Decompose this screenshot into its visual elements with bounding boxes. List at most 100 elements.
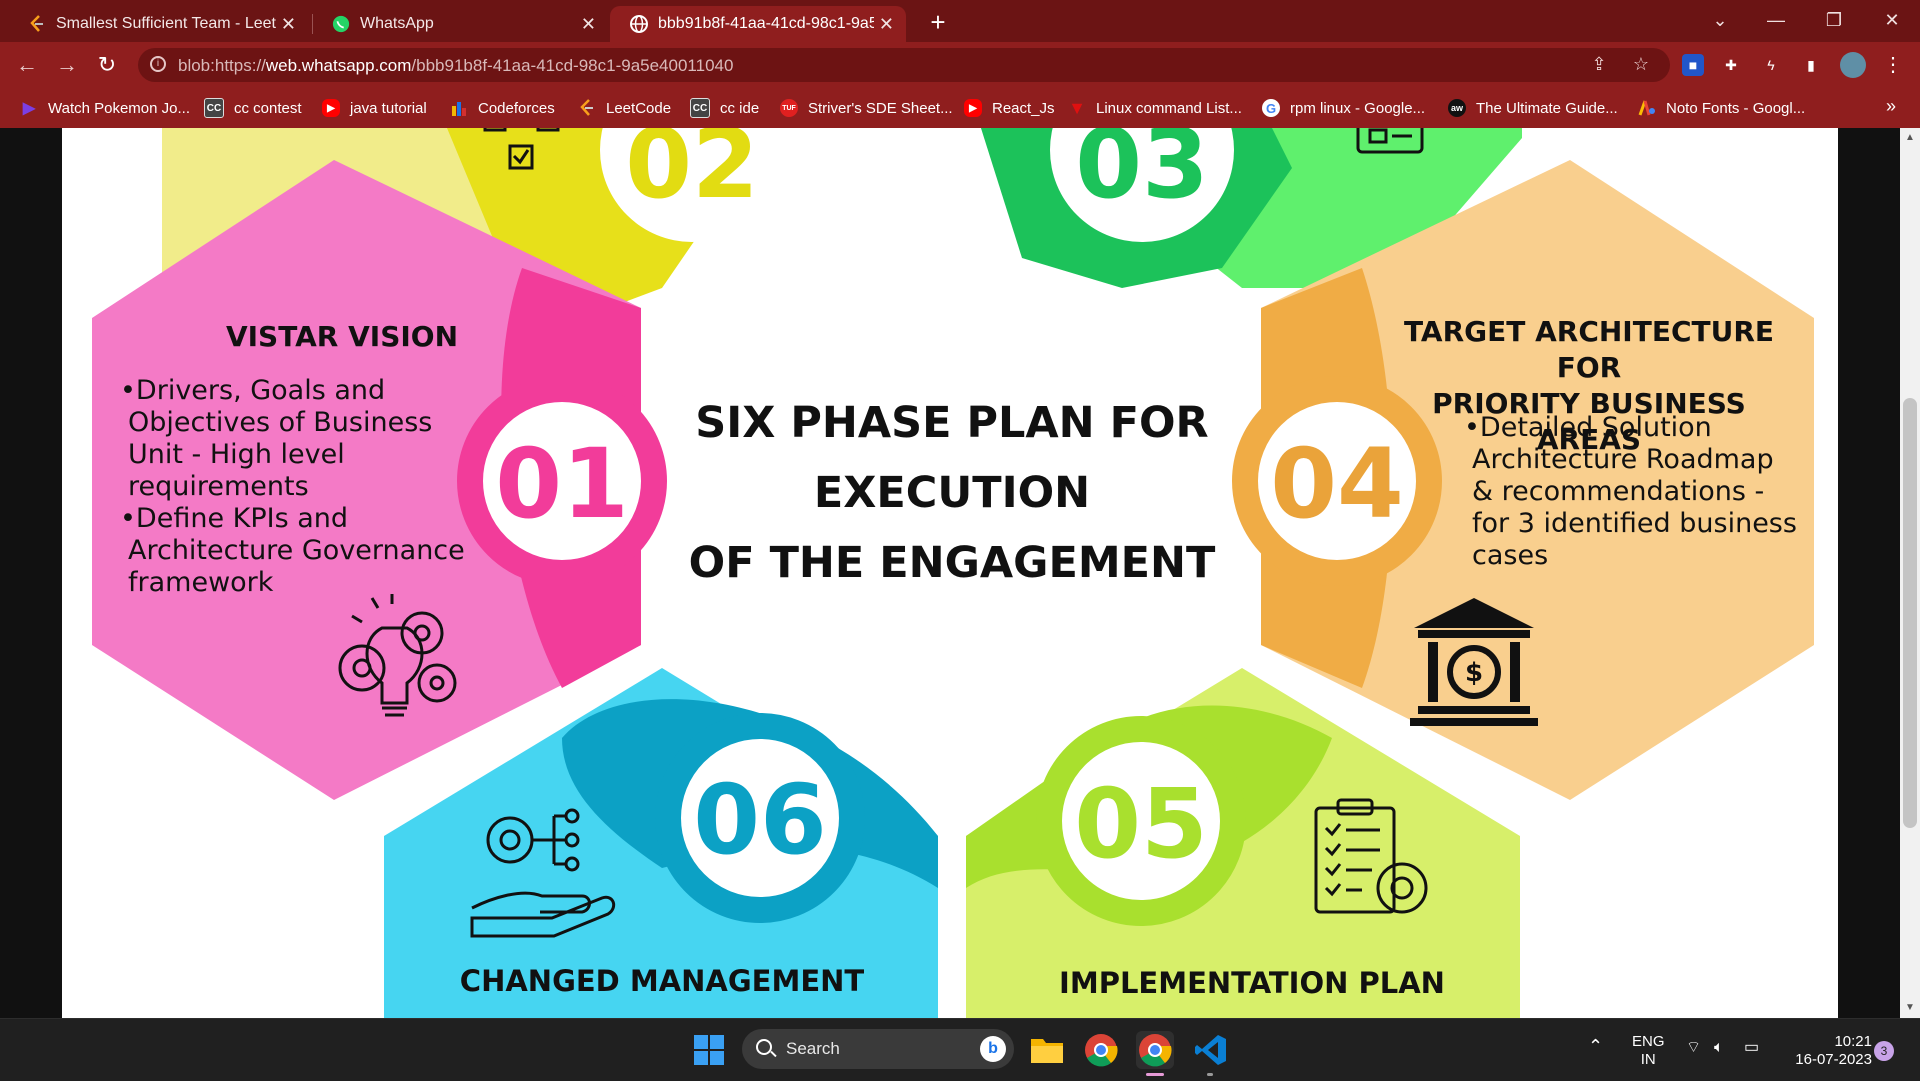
scrollbar-thumb[interactable]: [1903, 398, 1917, 828]
bullet-line: •Define KPIs and: [120, 503, 349, 534]
vscode-icon[interactable]: [1192, 1031, 1230, 1076]
phase-05-title: IMPLEMENTATION PLAN: [1059, 966, 1445, 1000]
bullet-line: •Drivers, Goals and: [120, 375, 386, 406]
volume-icon[interactable]: 🔈︎: [1714, 1039, 1724, 1057]
bing-icon[interactable]: b: [980, 1036, 1006, 1062]
bookmark-item[interactable]: Grpm linux - Google...: [1262, 96, 1425, 120]
bookmark-item[interactable]: CC cc ide: [690, 96, 759, 120]
clock-date: 16-07-2023: [1795, 1051, 1872, 1068]
codeforces-icon: [450, 99, 468, 117]
scroll-down-arrow-icon[interactable]: ▼: [1900, 1002, 1920, 1013]
svg-text:$: $: [1465, 658, 1483, 688]
aw-icon: aw: [1448, 99, 1466, 117]
bookmark-label: java tutorial: [350, 99, 427, 117]
restore-button[interactable]: ❐: [1806, 0, 1862, 40]
windows-taskbar: Search b ⌃ ENG IN ⌔ 🔈︎ ▭ 10:21 16-07-202…: [0, 1018, 1920, 1081]
side-panel-icon[interactable]: ▮: [1800, 54, 1822, 76]
page-viewport: $ 02 03 01 04 06 05 SIX PHASE PLAN FOR E…: [0, 128, 1900, 1018]
bookmark-item[interactable]: ▶ java tutorial: [322, 96, 427, 120]
tuf-icon: TUF: [780, 99, 798, 117]
active-app-indicator: [1146, 1073, 1164, 1076]
bullet-line: & recommendations -: [1472, 476, 1765, 507]
bookmarks-overflow-chevron-icon[interactable]: »: [1886, 96, 1896, 117]
running-app-indicator: [1207, 1073, 1213, 1076]
globe-icon: [630, 15, 648, 33]
bookmark-item[interactable]: ▼ Linux command List...: [1068, 96, 1242, 120]
clock-time: 10:21: [1834, 1033, 1872, 1050]
notification-badge[interactable]: 3: [1874, 1041, 1894, 1061]
bookmark-item[interactable]: TUF Striver's SDE Sheet...: [780, 96, 953, 120]
bookmark-label: Linux command List...: [1096, 99, 1242, 117]
bullet-line: framework: [128, 567, 274, 598]
bookmark-label: Codeforces: [478, 99, 555, 117]
bookmark-label: rpm linux - Google...: [1290, 99, 1426, 117]
tab-strip: Smallest Sufficient Team - LeetCo ✕ What…: [0, 0, 1920, 42]
close-icon[interactable]: ✕: [581, 14, 596, 35]
center-title-line: EXECUTION: [813, 468, 1091, 518]
bullet-line: for 3 identified business: [1472, 508, 1797, 539]
extension-flag-icon[interactable]: ■: [1682, 54, 1704, 76]
extensions-puzzle-icon[interactable]: ✚: [1720, 54, 1742, 76]
share-icon[interactable]: ⇪: [1588, 54, 1610, 76]
chevron-up-icon[interactable]: ⌃: [1588, 1037, 1603, 1055]
bookmark-item[interactable]: ▶ React_Js: [964, 96, 1055, 120]
reload-icon[interactable]: ↻: [92, 50, 122, 80]
six-phase-plan-image: $ 02 03 01 04 06 05 SIX PHASE PLAN FOR E…: [62, 128, 1838, 1018]
wifi-icon[interactable]: ⌔: [1686, 1039, 1701, 1057]
navigation-toolbar: ← → ↻ i blob:https://web.whatsapp.com/bb…: [0, 42, 1920, 88]
address-bar[interactable]: i blob:https://web.whatsapp.com/bbb91b8f…: [138, 48, 1670, 82]
bookmark-item[interactable]: Codeforces: [450, 96, 555, 120]
bookmark-item[interactable]: Noto Fonts - Googl...: [1638, 96, 1805, 120]
tab-blob[interactable]: bbb91b8f-41aa-41cd-98c1-9a5e4 ✕: [610, 6, 906, 42]
phase-06-number: 06: [693, 764, 827, 876]
battery-icon[interactable]: ▭: [1744, 1039, 1759, 1057]
bookmark-item[interactable]: ▶ Watch Pokemon Jo...: [20, 96, 190, 120]
scroll-up-arrow-icon[interactable]: ▲: [1900, 132, 1920, 143]
youtube-icon: ▶: [322, 99, 340, 117]
tab-leetcode[interactable]: Smallest Sufficient Team - LeetCo ✕: [8, 6, 308, 42]
center-title-line: SIX PHASE PLAN FOR: [695, 398, 1209, 448]
close-window-button[interactable]: ✕: [1864, 0, 1920, 40]
back-arrow-icon[interactable]: ←: [12, 50, 42, 80]
codechef-icon: CC: [204, 98, 224, 118]
bullet-line: •Detailed Solution: [1464, 412, 1712, 443]
bookmark-star-icon[interactable]: ☆: [1630, 54, 1652, 76]
whatsapp-icon: [332, 15, 350, 33]
language-indicator[interactable]: ENG IN: [1632, 1033, 1665, 1069]
bookmark-label: LeetCode: [606, 99, 672, 117]
tab-search-chevron-icon[interactable]: ⌄: [1692, 0, 1748, 40]
bookmark-label: Noto Fonts - Googl...: [1666, 99, 1806, 117]
windows-start-icon[interactable]: [690, 1031, 728, 1069]
search-label: Search: [786, 1039, 840, 1058]
vertical-scrollbar[interactable]: ▲ ▼: [1900, 128, 1920, 1018]
bookmark-label: The Ultimate Guide...: [1476, 99, 1618, 117]
url-prefix: blob:https://: [178, 56, 266, 75]
leetcode-icon: [28, 15, 46, 33]
clock[interactable]: 10:21 16-07-2023: [1782, 1033, 1872, 1069]
url-path: /bbb91b8f-41aa-41cd-98c1-9a5e40011040: [411, 56, 734, 75]
chrome-profile-icon[interactable]: [1136, 1031, 1174, 1076]
minimize-button[interactable]: —: [1748, 0, 1804, 40]
tab-whatsapp[interactable]: WhatsApp ✕: [312, 6, 608, 42]
site-info-icon[interactable]: i: [150, 56, 166, 72]
close-icon[interactable]: ✕: [281, 14, 296, 35]
taskbar-search[interactable]: Search b: [742, 1029, 1014, 1069]
leetcode-icon: [578, 99, 596, 117]
youtube-icon: ▶: [964, 99, 982, 117]
extension-bolt-icon[interactable]: ϟ: [1760, 54, 1782, 76]
bookmark-item[interactable]: CC cc contest: [204, 96, 302, 120]
menu-kebab-icon[interactable]: ⋮: [1882, 54, 1904, 76]
bookmark-item[interactable]: aw The Ultimate Guide...: [1448, 96, 1618, 120]
file-explorer-icon[interactable]: [1028, 1031, 1066, 1069]
chrome-icon[interactable]: [1082, 1031, 1120, 1069]
phase-01-description: •Drivers, Goals and Objectives of Busine…: [120, 375, 520, 599]
new-tab-button[interactable]: +: [922, 6, 954, 38]
bookmark-label: React_Js: [992, 99, 1055, 117]
bookmark-label: cc contest: [234, 99, 302, 117]
forward-arrow-icon[interactable]: →: [52, 50, 82, 80]
close-icon[interactable]: ✕: [879, 14, 894, 35]
bookmark-label: Striver's SDE Sheet...: [808, 99, 953, 117]
profile-avatar[interactable]: [1840, 52, 1866, 78]
url-host: web.whatsapp.com: [265, 56, 412, 75]
bookmark-item[interactable]: LeetCode: [578, 96, 671, 120]
